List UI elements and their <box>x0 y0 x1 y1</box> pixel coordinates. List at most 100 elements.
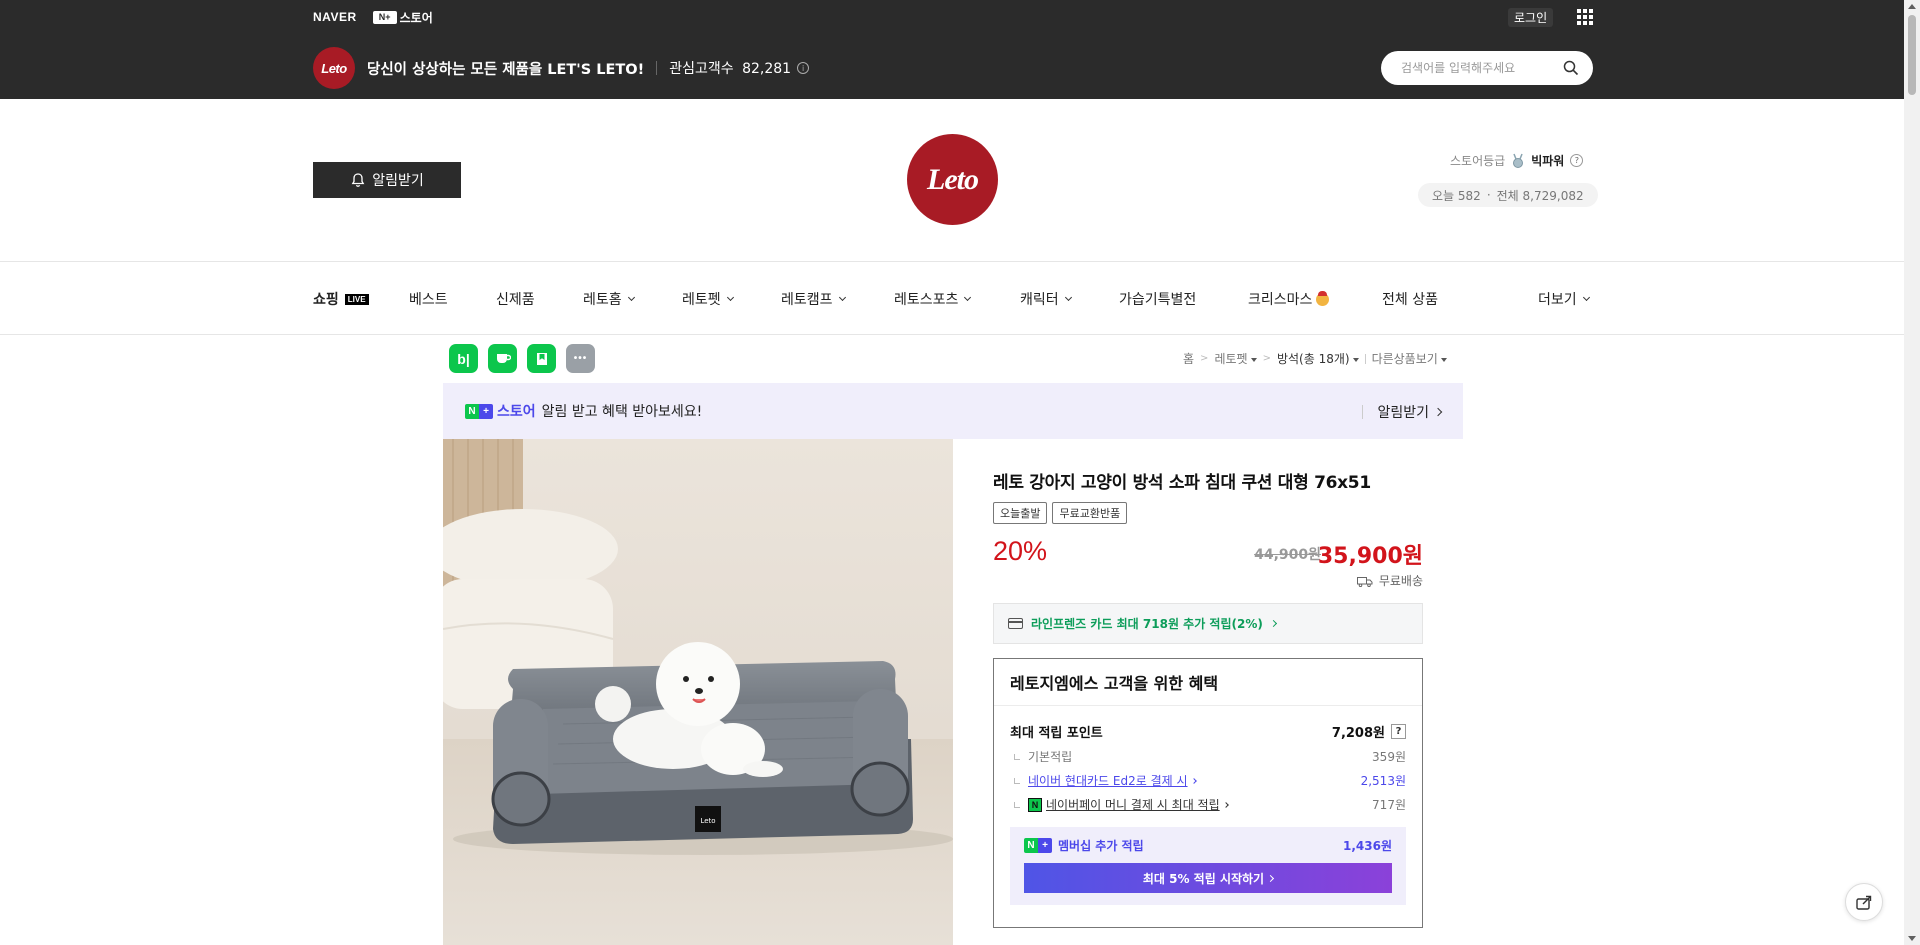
promo-text: 알림 받고 혜택 받아보세요! <box>541 404 703 420</box>
nav-christmas[interactable]: 크리스마스 <box>1248 289 1330 309</box>
help-icon[interactable]: ? <box>1570 154 1584 167</box>
nav-leto-camp[interactable]: 레토캠프 <box>781 289 846 309</box>
info-icon[interactable]: i <box>797 62 810 74</box>
category-nav: 쇼핑 LIVE 베스트 신제품 레토홈 레토펫 레토캠프 레토스포츠 캐릭터 가습… <box>0 261 1904 335</box>
product-title: 레토 강아지 고양이 방석 소파 침대 쿠션 대형 76x51 <box>993 473 1371 493</box>
sale-price: 35,900원 <box>1317 544 1423 569</box>
store-slogan[interactable]: 당신이 상상하는 모든 제품을 LET'S LETO! <box>367 58 644 79</box>
promo-link-label: 알림받기 <box>1377 405 1429 421</box>
nplus-icon: N+ <box>1024 838 1052 853</box>
nav-label: 더보기 <box>1538 292 1577 308</box>
shopping-live-label: 쇼핑 <box>313 292 339 308</box>
nav-leto-pet[interactable]: 레토펫 <box>682 289 734 309</box>
naver-pay-link[interactable]: 네이버페이 머니 결제 시 최대 적립 <box>1046 796 1220 813</box>
scroll-thumb[interactable] <box>1908 15 1916 95</box>
price-row: 20% 44,900원 35,900원 <box>993 536 1423 570</box>
notify-label: 알림받기 <box>372 172 424 188</box>
breadcrumb: 홈 > 레토펫 > 방석(총 18개) 다른상품보기 <box>1183 350 1447 367</box>
tree-branch-icon <box>1014 801 1020 808</box>
caret-down-icon <box>1352 357 1359 362</box>
chevron-right-icon <box>1190 777 1197 784</box>
original-price: 44,900원 <box>1254 547 1321 563</box>
notify-button[interactable]: 알림받기 <box>313 162 461 198</box>
today-visits: 오늘 582 <box>1432 188 1481 203</box>
grade-label: 스토어등급 <box>1450 154 1506 168</box>
page-scrollbar[interactable] <box>1904 0 1920 945</box>
search-input[interactable] <box>1401 61 1563 75</box>
scroll-up-arrow[interactable] <box>1908 4 1916 9</box>
tag-free-return: 무료교환반품 <box>1052 502 1128 524</box>
caret-down-icon <box>1440 357 1447 362</box>
search-icon[interactable] <box>1563 60 1579 76</box>
discount-rate: 20% <box>993 536 1048 566</box>
other-products-label: 다른상품보기 <box>1371 352 1438 366</box>
nav-all-products[interactable]: 전체 상품 <box>1382 289 1438 309</box>
chevron-right-icon <box>1267 874 1275 882</box>
nav-more[interactable]: 더보기 <box>1538 289 1590 309</box>
nav-leto-sports[interactable]: 레토스포츠 <box>894 289 972 309</box>
credit-card-icon <box>1008 618 1023 629</box>
membership-label: 멤버십 추가 적립 <box>1058 839 1144 853</box>
bell-icon <box>351 173 365 187</box>
shipping-label: 무료배송 <box>1378 574 1423 588</box>
nplus-icon: N+ <box>465 403 493 419</box>
apps-grid-icon[interactable] <box>1577 9 1593 25</box>
top-header: NAVER N+ 스토어 로그인 Leto 당신이 상상하는 모든 제품을 LE… <box>0 0 1904 99</box>
benefit-row-value: 717원 <box>1372 798 1406 812</box>
card-benefit-text: 라인프렌즈 카드 최대 718원 추가 적립(2%) <box>1031 617 1263 631</box>
login-button[interactable]: 로그인 <box>1508 8 1554 27</box>
hyundai-card-link[interactable]: 네이버 현대카드 Ed2로 결제 시 <box>1028 772 1188 789</box>
nav-humidifier[interactable]: 가습기특별전 <box>1119 289 1196 309</box>
help-icon[interactable]: ? <box>1391 724 1406 739</box>
scroll-down-arrow[interactable] <box>1908 936 1916 941</box>
nav-label: 신제품 <box>496 292 535 308</box>
blog-share-icon[interactable]: b| <box>449 344 478 373</box>
nav-leto-home[interactable]: 레토홈 <box>583 289 635 309</box>
breadcrumb-category[interactable]: 레토펫 <box>1214 350 1257 367</box>
nav-shopping-live[interactable]: 쇼핑 LIVE <box>313 289 369 309</box>
product-info: 레토 강아지 고양이 방석 소파 침대 쿠션 대형 76x51 오늘출발 무료교… <box>993 468 1423 928</box>
benefit-row: 기본적립 359원 <box>1010 748 1406 765</box>
benefit-row-value: 359원 <box>1372 750 1406 764</box>
nav-label: 전체 상품 <box>1382 292 1438 308</box>
chevron-down-icon <box>1582 293 1590 302</box>
store-avatar[interactable]: Leto <box>313 47 355 89</box>
chevron-down-icon <box>726 293 734 302</box>
other-products-link[interactable]: 다른상품보기 <box>1372 350 1447 367</box>
chevron-down-icon <box>627 293 635 302</box>
membership-button-label: 최대 5% 적립 시작하기 <box>1142 871 1265 886</box>
breadcrumb-current[interactable]: 방석(총 18개) <box>1277 350 1359 367</box>
naver-store-link[interactable]: N+ 스토어 <box>372 9 433 26</box>
breadcrumb-separator: > <box>1262 353 1271 364</box>
breadcrumb-home[interactable]: 홈 <box>1183 350 1194 367</box>
membership-row: N + 멤버십 추가 적립 1,436원 <box>1024 837 1392 854</box>
product-tags: 오늘출발 무료교환반품 <box>993 502 1423 524</box>
shipping-info: 무료배송 <box>993 572 1423 589</box>
card-benefit-banner[interactable]: 라인프렌즈 카드 최대 718원 추가 적립(2%) <box>993 603 1423 644</box>
benefit-box: 레토지엠에스 고객을 위한 혜택 최대 적립 포인트 7,208원 ? 기본적립… <box>993 658 1423 928</box>
membership-start-button[interactable]: 최대 5% 적립 시작하기 <box>1024 863 1392 893</box>
promo-notify-link[interactable]: 알림받기 <box>1362 402 1443 422</box>
nav-new[interactable]: 신제품 <box>496 289 535 309</box>
santa-icon <box>1316 290 1330 306</box>
more-share-icon[interactable]: ••• <box>566 344 595 373</box>
tree-branch-icon <box>1014 753 1020 760</box>
breadcrumb-category-label: 레토펫 <box>1214 352 1248 366</box>
truck-icon <box>1356 576 1373 587</box>
breadcrumb-separator: > <box>1200 353 1209 364</box>
visit-counter: 오늘 582 · 전체 8,729,082 <box>1418 183 1598 207</box>
floating-share-button[interactable] <box>1845 883 1883 921</box>
nav-character[interactable]: 캐릭터 <box>1020 289 1072 309</box>
benefit-row: 네이버 현대카드 Ed2로 결제 시 2,513원 <box>1010 772 1406 789</box>
nav-label: 크리스마스 <box>1248 292 1313 308</box>
share-icon <box>1856 895 1872 910</box>
dot-separator: · <box>1486 188 1491 202</box>
store-logo[interactable]: Leto <box>907 134 998 225</box>
cafe-share-icon[interactable] <box>488 344 517 373</box>
bookmark-share-icon[interactable] <box>527 344 556 373</box>
total-visits: 전체 8,729,082 <box>1496 188 1584 203</box>
benefit-title: 레토지엠에스 고객을 위한 혜택 <box>994 659 1422 706</box>
naver-logo[interactable]: NAVER <box>313 10 357 24</box>
nav-best[interactable]: 베스트 <box>409 289 448 309</box>
product-image[interactable]: Leto <box>443 439 953 945</box>
